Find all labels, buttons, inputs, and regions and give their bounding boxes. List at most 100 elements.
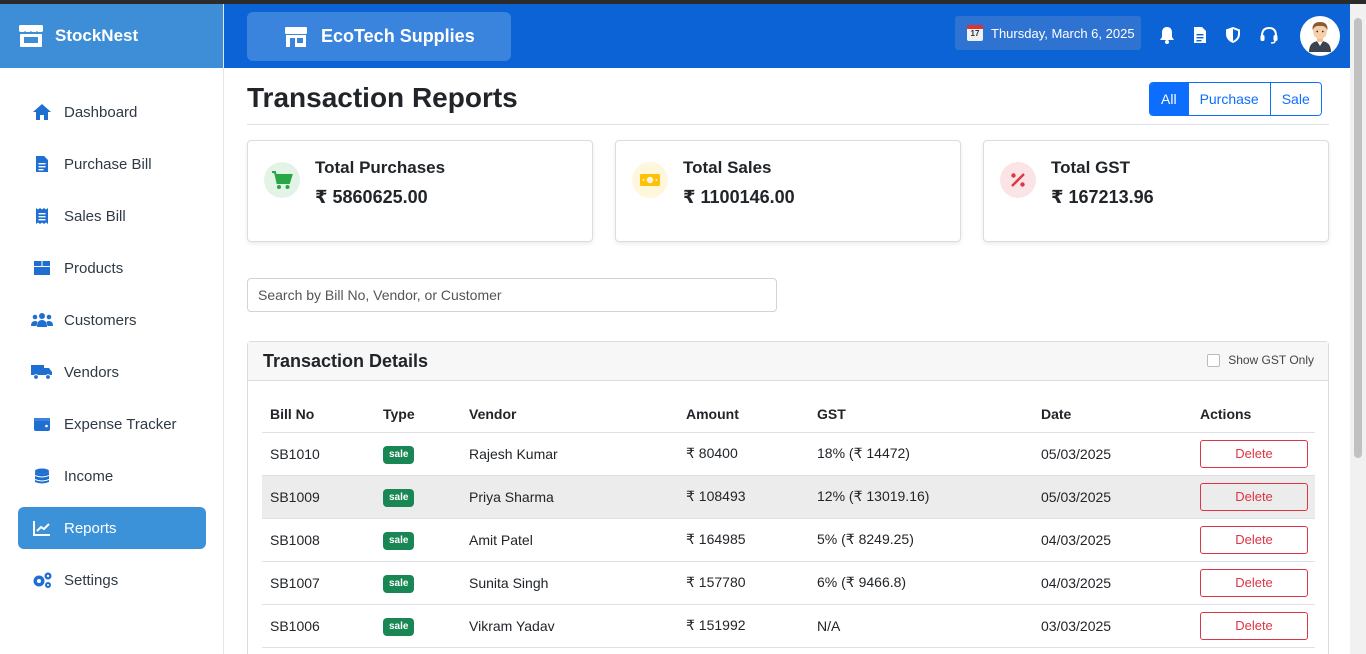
bill-no-cell: SB1008 xyxy=(262,518,375,562)
transactions-table: Bill No Type Vendor Amount GST Date Acti… xyxy=(262,397,1315,648)
bill-no-cell: SB1010 xyxy=(262,432,375,476)
vendor-cell: Rajesh Kumar xyxy=(461,432,678,476)
gst-cell: 6% (₹ 9466.8) xyxy=(809,561,1033,605)
sidebar-item-products[interactable]: Products xyxy=(18,247,206,289)
total-gst-card: Total GST ₹ 167213.96 xyxy=(983,140,1329,242)
headset-icon[interactable] xyxy=(1259,25,1279,45)
sidebar-item-label: Reports xyxy=(64,519,117,537)
column-header-gst[interactable]: GST xyxy=(809,397,1033,433)
total-sales-value: ₹ 1100146.00 xyxy=(683,187,795,207)
wallet-icon xyxy=(31,413,53,435)
sidebar-item-label: Expense Tracker xyxy=(64,415,177,433)
file-icon xyxy=(31,153,53,175)
show-gst-only-checkbox[interactable] xyxy=(1207,353,1221,367)
money-bill-icon xyxy=(632,162,668,198)
date-cell: 05/03/2025 xyxy=(1033,432,1192,476)
filter-all-button[interactable]: All xyxy=(1150,83,1188,115)
total-sales-card: Total Sales ₹ 1100146.00 xyxy=(615,140,961,242)
box-icon xyxy=(31,257,53,279)
show-gst-only-label: Show GST Only xyxy=(1228,353,1314,367)
sidebar-item-label: Vendors xyxy=(64,363,120,381)
sidebar-item-purchase-bill[interactable]: Purchase Bill xyxy=(18,143,206,185)
amount-cell: ₹ 108493 xyxy=(678,475,809,519)
delete-button[interactable]: Delete xyxy=(1200,611,1308,640)
column-header-bill-no[interactable]: Bill No xyxy=(262,397,375,433)
sidebar-item-label: Settings xyxy=(64,571,119,589)
delete-button[interactable]: Delete xyxy=(1200,439,1308,468)
sidebar-item-label: Purchase Bill xyxy=(64,155,152,173)
bill-no-cell: SB1006 xyxy=(262,604,375,648)
date-text: Thursday, March 6, 2025 xyxy=(991,25,1135,41)
amount-cell: ₹ 164985 xyxy=(678,518,809,562)
actions-cell: Delete xyxy=(1192,518,1315,562)
user-avatar[interactable] xyxy=(1300,16,1340,56)
vendor-cell: Sunita Singh xyxy=(461,561,678,605)
delete-button[interactable]: Delete xyxy=(1200,482,1308,511)
scrollbar-thumb[interactable] xyxy=(1354,18,1362,458)
total-purchases-value: ₹ 5860625.00 xyxy=(315,187,428,207)
column-header-date[interactable]: Date xyxy=(1033,397,1192,433)
table-row: SB1009 sale Priya Sharma ₹ 108493 12% (₹… xyxy=(262,475,1315,519)
sidebar-item-label: Products xyxy=(64,259,124,277)
date-cell: 03/03/2025 xyxy=(1033,604,1192,648)
store-selector-button[interactable]: EcoTech Supplies xyxy=(247,12,511,61)
type-cell: sale xyxy=(375,432,461,476)
gst-cell: 18% (₹ 14472) xyxy=(809,432,1033,476)
coins-icon xyxy=(31,465,53,487)
chart-icon xyxy=(31,517,53,539)
brand[interactable]: StockNest xyxy=(0,4,223,68)
type-cell: sale xyxy=(375,518,461,562)
bill-no-cell: SB1009 xyxy=(262,475,375,519)
actions-cell: Delete xyxy=(1192,604,1315,648)
sidebar-item-reports[interactable]: Reports xyxy=(18,507,206,549)
date-cell: 04/03/2025 xyxy=(1033,561,1192,605)
date-cell: 05/03/2025 xyxy=(1033,475,1192,519)
bell-icon[interactable] xyxy=(1157,25,1177,45)
column-header-amount[interactable]: Amount xyxy=(678,397,809,433)
sidebar-item-customers[interactable]: Customers xyxy=(18,299,206,341)
type-badge: sale xyxy=(383,574,415,593)
store-icon xyxy=(285,26,307,47)
filter-sale-button[interactable]: Sale xyxy=(1269,83,1321,115)
divider xyxy=(247,124,1329,125)
filter-purchase-button[interactable]: Purchase xyxy=(1187,83,1270,115)
shield-icon[interactable] xyxy=(1223,25,1243,45)
total-purchases-card: Total Purchases ₹ 5860625.00 xyxy=(247,140,593,242)
transaction-details-title: Transaction Details xyxy=(263,351,429,371)
document-icon[interactable] xyxy=(1190,25,1210,45)
sidebar-item-settings[interactable]: Settings xyxy=(18,559,206,601)
percent-icon xyxy=(1000,162,1036,198)
page-scrollbar[interactable] xyxy=(1350,4,1366,654)
truck-icon xyxy=(31,361,53,383)
shopping-cart-icon xyxy=(264,162,300,198)
delete-button[interactable]: Delete xyxy=(1200,568,1308,597)
sidebar-item-sales-bill[interactable]: Sales Bill xyxy=(18,195,206,237)
sidebar-item-dashboard[interactable]: Dashboard xyxy=(18,91,206,133)
sidebar-item-vendors[interactable]: Vendors xyxy=(18,351,206,393)
table-row: SB1010 sale Rajesh Kumar ₹ 80400 18% (₹ … xyxy=(262,432,1315,476)
current-date: 17 Thursday, March 6, 2025 xyxy=(955,16,1141,50)
type-badge: sale xyxy=(383,617,415,636)
store-name: EcoTech Supplies xyxy=(321,26,475,46)
top-header: EcoTech Supplies 17 Thursday, March 6, 2… xyxy=(224,4,1350,68)
home-icon xyxy=(31,101,53,123)
vendor-cell: Vikram Yadav xyxy=(461,604,678,648)
sidebar-item-income[interactable]: Income xyxy=(18,455,206,497)
search-input[interactable] xyxy=(247,278,777,312)
table-row: SB1008 sale Amit Patel ₹ 164985 5% (₹ 82… xyxy=(262,518,1315,562)
sidebar: StockNest Dashboard Purchase Bill Sales … xyxy=(0,4,224,654)
total-sales-label: Total Sales xyxy=(683,158,772,177)
gst-cell: 5% (₹ 8249.25) xyxy=(809,518,1033,562)
show-gst-only-toggle[interactable]: Show GST Only xyxy=(1207,353,1314,367)
actions-cell: Delete xyxy=(1192,432,1315,476)
total-purchases-label: Total Purchases xyxy=(315,158,446,177)
delete-button[interactable]: Delete xyxy=(1200,525,1308,554)
avatar-icon xyxy=(1309,22,1331,52)
sidebar-item-expense-tracker[interactable]: Expense Tracker xyxy=(18,403,206,445)
column-header-type[interactable]: Type xyxy=(375,397,461,433)
column-header-vendor[interactable]: Vendor xyxy=(461,397,678,433)
total-gst-label: Total GST xyxy=(1051,158,1131,177)
date-cell: 04/03/2025 xyxy=(1033,518,1192,562)
type-cell: sale xyxy=(375,604,461,648)
gst-cell: N/A xyxy=(809,604,1033,648)
